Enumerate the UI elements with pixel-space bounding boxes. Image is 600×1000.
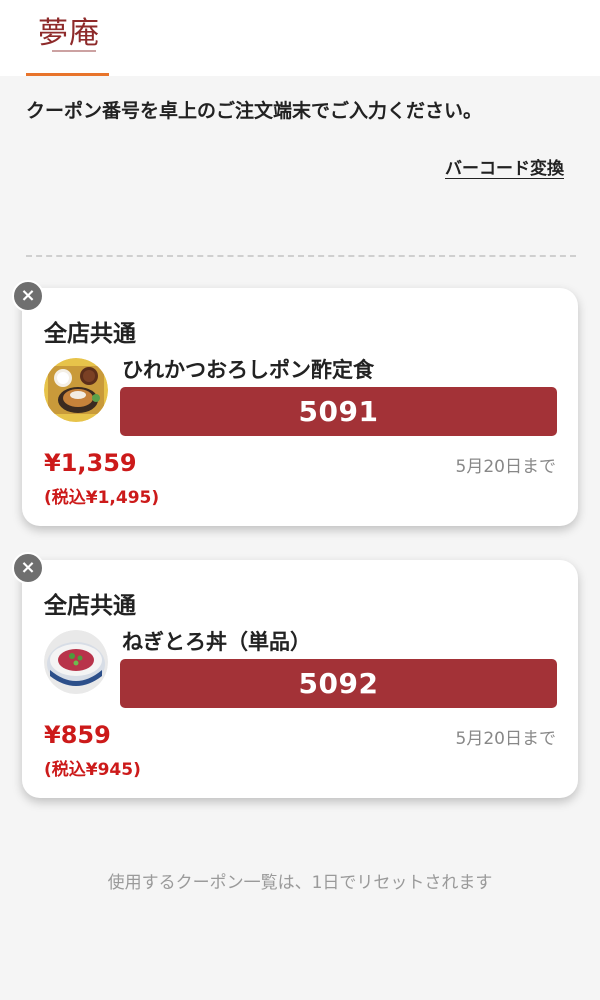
brand-logo[interactable]: 夢庵 — [38, 14, 100, 54]
coupon-category: 全店共通 — [44, 593, 136, 619]
coupon-code: 5091 — [120, 387, 557, 436]
coupon-code: 5092 — [120, 659, 557, 708]
coupon-item-name: ひれかつおろしポン酢定食 — [122, 358, 374, 382]
coupon-item-name: ねぎとろ丼（単品） — [122, 630, 311, 654]
barcode-convert-link[interactable]: バーコード変換 — [445, 154, 564, 179]
close-icon[interactable]: × — [12, 552, 44, 584]
app-header: 夢庵 — [0, 0, 600, 76]
coupon-category: 全店共通 — [44, 321, 136, 347]
coupon-card: × 全店共通 ねぎとろ丼（単品） 5092 ¥859 (税込¥945) 5月20… — [12, 552, 578, 798]
coupon-price: ¥859 — [44, 721, 111, 749]
logo-underline — [52, 50, 96, 52]
coupon-price-tax: (税込¥945) — [44, 760, 141, 780]
reset-notice: 使用するクーポン一覧は、1日でリセットされます — [107, 873, 493, 893]
coupon-price: ¥1,359 — [44, 449, 137, 477]
coupon-expiry: 5月20日まで — [455, 729, 556, 749]
dashed-divider — [26, 255, 576, 257]
negitoro-bowl-photo — [44, 630, 108, 694]
close-icon[interactable]: × — [12, 280, 44, 312]
tonkatsu-set-meal-photo — [44, 358, 108, 422]
instruction-text: クーポン番号を卓上のご注文端末でご入力ください。 — [26, 100, 483, 122]
coupon-card: × 全店共通 ひれかつおろしポン酢定食 5091 ¥1,359 (税込¥1,49… — [12, 280, 578, 526]
coupon-price-tax: (税込¥1,495) — [44, 488, 160, 508]
active-tab-indicator — [26, 73, 109, 76]
coupon-expiry: 5月20日まで — [455, 457, 556, 477]
